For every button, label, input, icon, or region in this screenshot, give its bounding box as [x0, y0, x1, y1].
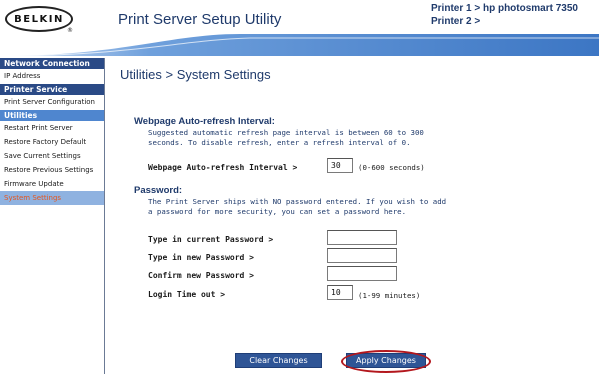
sidebar: Network Connection IP Address Printer Se…: [0, 58, 105, 374]
brand-text: BELKIN: [14, 13, 64, 25]
sidebar-item-restore-factory-default[interactable]: Restore Factory Default: [0, 135, 104, 149]
new-password-input[interactable]: [327, 248, 397, 263]
sidebar-item-restart-print-server[interactable]: Restart Print Server: [0, 121, 104, 135]
refresh-interval-label-text: Webpage Auto-refresh Interval >: [148, 163, 298, 172]
current-password-label: Type in current Password >: [148, 235, 273, 244]
refresh-interval-input[interactable]: [327, 158, 353, 173]
login-timeout-label-text: Login Time out >: [148, 290, 226, 299]
password-section-heading: Password:: [134, 185, 183, 196]
password-description-line-1: The Print Server ships with NO password …: [148, 197, 447, 206]
sidebar-heading-network: Network Connection: [0, 58, 104, 69]
registered-mark: ®: [67, 27, 73, 34]
printer-2-link[interactable]: Printer 2 >: [431, 16, 480, 27]
header-band: [0, 34, 599, 56]
confirm-password-input[interactable]: [327, 266, 397, 281]
printer-1-link[interactable]: Printer 1 > hp photosmart 7350: [431, 3, 578, 14]
refresh-interval-hint: (0-600 seconds): [358, 163, 425, 172]
login-timeout-label: Login Time out >: [148, 290, 225, 299]
app-title: Print Server Setup Utility: [118, 11, 282, 28]
confirm-password-label-text: Confirm new Password >: [148, 271, 254, 280]
clear-changes-button[interactable]: Clear Changes: [235, 353, 322, 368]
login-timeout-input[interactable]: [327, 285, 353, 300]
sidebar-item-ip-address[interactable]: IP Address: [0, 69, 104, 84]
sidebar-item-save-current-settings[interactable]: Save Current Settings: [0, 149, 104, 163]
sidebar-heading-utilities: Utilities: [0, 110, 104, 121]
refresh-section-heading: Webpage Auto-refresh Interval:: [134, 116, 275, 127]
page-title: Utilities > System Settings: [120, 67, 271, 82]
sidebar-item-system-settings[interactable]: System Settings: [0, 191, 104, 205]
sidebar-heading-printer-service: Printer Service: [0, 84, 104, 95]
new-password-label: Type in new Password >: [148, 253, 254, 262]
current-password-label-text: Type in current Password >: [148, 235, 274, 244]
confirm-password-label: Confirm new Password >: [148, 271, 254, 280]
password-description-line-2: a password for more security, you can se…: [148, 207, 407, 216]
refresh-description-line-1: Suggested automatic refresh page interva…: [148, 128, 424, 137]
login-timeout-hint: (1-99 minutes): [358, 291, 421, 300]
new-password-label-text: Type in new Password >: [148, 253, 254, 262]
sidebar-item-firmware-update[interactable]: Firmware Update: [0, 177, 104, 191]
sidebar-item-restore-previous-settings[interactable]: Restore Previous Settings: [0, 163, 104, 177]
sidebar-item-print-server-configuration[interactable]: Print Server Configuration: [0, 95, 104, 110]
belkin-logo: BELKIN ®: [5, 6, 73, 34]
current-password-input[interactable]: [327, 230, 397, 245]
apply-changes-button[interactable]: Apply Changes: [346, 353, 426, 368]
refresh-description-line-2: seconds. To disable refresh, enter a ref…: [148, 138, 411, 147]
refresh-interval-label: Webpage Auto-refresh Interval >: [148, 163, 297, 172]
